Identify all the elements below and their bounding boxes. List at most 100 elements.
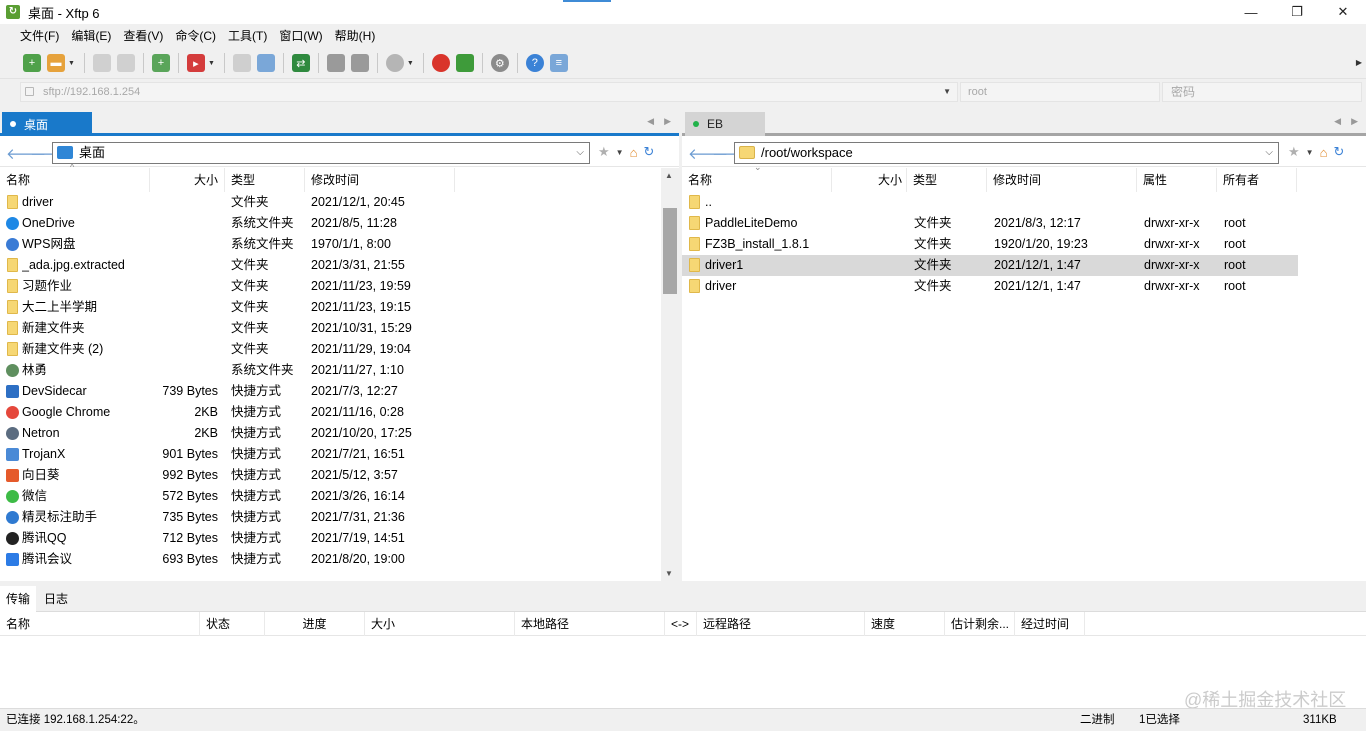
table-row[interactable]: 新建文件夹 文件夹 2021/10/31, 15:29 [0, 318, 679, 339]
refresh-icon[interactable]: ↻ [1333, 144, 1344, 160]
menu-edit[interactable]: 编辑(E) [65, 24, 117, 48]
col-type[interactable]: 类型 [907, 168, 987, 192]
disconnect-icon[interactable] [116, 54, 135, 72]
xfer-col-progress[interactable]: 进度 [265, 612, 365, 636]
table-row[interactable]: WPS网盘 系统文件夹 1970/1/1, 8:00 [0, 234, 679, 255]
table-row[interactable]: DevSidecar 739 Bytes 快捷方式 2021/7/3, 12:27 [0, 381, 679, 402]
xfer-col-speed[interactable]: 速度 [865, 612, 945, 636]
table-row[interactable]: 腾讯QQ 712 Bytes 快捷方式 2021/7/19, 14:51 [0, 528, 679, 549]
col-size[interactable]: 大小 [150, 168, 225, 192]
xfer-col-remote-path[interactable]: 远程路径 [697, 612, 865, 636]
col-attributes[interactable]: 属性 [1137, 168, 1217, 192]
table-row[interactable]: driver1 文件夹 2021/12/1, 1:47 drwxr-xr-x root [682, 255, 1298, 276]
xfer-col-elapsed[interactable]: 经过时间 [1015, 612, 1085, 636]
table-row[interactable]: TrojanX 901 Bytes 快捷方式 2021/7/21, 16:51 [0, 444, 679, 465]
minimize-button[interactable]: — [1228, 0, 1274, 24]
host-input[interactable]: sftp://192.168.1.254 ▼ [20, 82, 958, 102]
favorite-dropdown-icon[interactable]: ▼ [1306, 148, 1314, 157]
tab-scroll-left-icon[interactable]: ◀ [647, 116, 654, 127]
table-row[interactable]: driver 文件夹 2021/12/1, 1:47 drwxr-xr-x root [682, 276, 1298, 297]
local-scrollbar[interactable]: ▲ ▼ [661, 168, 679, 581]
col-name[interactable]: 名称 [0, 168, 150, 192]
new-file-icon[interactable] [232, 54, 251, 72]
table-row[interactable]: 腾讯会议 693 Bytes 快捷方式 2021/8/20, 19:00 [0, 549, 679, 570]
scroll-down-icon[interactable]: ▼ [665, 569, 673, 578]
xmanager-icon[interactable] [431, 54, 450, 72]
table-row[interactable]: 习题作业 文件夹 2021/11/23, 19:59 [0, 276, 679, 297]
tab-scroll-right-icon[interactable]: ▶ [1351, 116, 1358, 127]
refresh-icon[interactable]: ↻ [643, 144, 654, 160]
tab-transfers[interactable]: 传输 [0, 586, 36, 612]
maximize-button[interactable]: ❐ [1274, 0, 1320, 24]
menu-tools[interactable]: 工具(T) [222, 24, 273, 48]
table-row[interactable]: 新建文件夹 (2) 文件夹 2021/11/29, 19:04 [0, 339, 679, 360]
xfer-col-direction[interactable]: <-> [665, 612, 697, 636]
paste-icon[interactable] [350, 54, 369, 72]
globe-icon[interactable] [385, 54, 404, 72]
table-row[interactable]: 大二上半学期 文件夹 2021/11/23, 19:15 [0, 297, 679, 318]
settings-gear-icon[interactable]: ⚙ [490, 54, 509, 72]
chat-icon[interactable]: ≡ [549, 54, 568, 72]
col-size[interactable]: 大小 [832, 168, 907, 192]
copy-icon[interactable] [326, 54, 345, 72]
local-path-input[interactable]: 桌面 ⌵ [52, 142, 590, 164]
help-icon[interactable]: ? [525, 54, 544, 72]
tab-desktop[interactable]: 桌面 [2, 112, 92, 136]
table-row[interactable]: 精灵标注助手 735 Bytes 快捷方式 2021/7/31, 21:36 [0, 507, 679, 528]
password-input[interactable]: 密码 [1162, 82, 1362, 102]
xfer-col-local-path[interactable]: 本地路径 [515, 612, 665, 636]
xfer-col-eta[interactable]: 估计剩余... [945, 612, 1015, 636]
tab-log[interactable]: 日志 [38, 586, 74, 612]
connect-icon[interactable] [92, 54, 111, 72]
xshell-icon[interactable]: ▸ [186, 54, 205, 72]
table-row[interactable]: OneDrive 系统文件夹 2021/8/5, 11:28 [0, 213, 679, 234]
sync-icon[interactable]: ⇄ [291, 54, 310, 72]
table-row[interactable]: PaddleLiteDemo 文件夹 2021/8/3, 12:17 drwxr-xr… [682, 213, 1298, 234]
open-file-icon[interactable] [256, 54, 275, 72]
globe-dropdown-icon[interactable]: ▼ [407, 60, 414, 67]
table-row[interactable]: .. [682, 192, 1298, 213]
open-folder-icon[interactable]: ▬ [47, 54, 65, 72]
open-dropdown-icon[interactable]: ▼ [68, 60, 75, 67]
table-row[interactable]: driver 文件夹 2021/12/1, 20:45 [0, 192, 679, 213]
tab-eb[interactable]: EB [685, 112, 765, 136]
table-row[interactable]: 向日葵 992 Bytes 快捷方式 2021/5/12, 3:57 [0, 465, 679, 486]
table-row[interactable]: Google Chrome 2KB 快捷方式 2021/11/16, 0:28 [0, 402, 679, 423]
host-dropdown-icon[interactable]: ▼ [943, 83, 951, 101]
col-modified[interactable]: 修改时间 [305, 168, 455, 192]
toolbar-overflow-icon[interactable]: ▶ [1356, 58, 1362, 67]
menu-help[interactable]: 帮助(H) [329, 24, 382, 48]
home-icon[interactable]: ⌂ [1320, 145, 1328, 160]
col-modified[interactable]: 修改时间 [987, 168, 1137, 192]
new-session-icon[interactable]: + [23, 54, 41, 72]
tab-scroll-left-icon[interactable]: ◀ [1334, 116, 1341, 127]
xfer-col-name[interactable]: 名称 [0, 612, 200, 636]
menu-view[interactable]: 查看(V) [117, 24, 169, 48]
home-icon[interactable]: ⌂ [630, 145, 638, 160]
table-row[interactable]: 微信 572 Bytes 快捷方式 2021/3/26, 16:14 [0, 486, 679, 507]
menu-file[interactable]: 文件(F) [14, 24, 65, 48]
tab-scroll-right-icon[interactable]: ▶ [664, 116, 671, 127]
remote-path-input[interactable]: /root/workspace ⌵ [734, 142, 1279, 164]
close-button[interactable]: ✕ [1320, 0, 1366, 24]
new-tab-icon[interactable]: + [151, 54, 170, 72]
favorite-star-icon[interactable]: ★ [1288, 144, 1300, 160]
menu-command[interactable]: 命令(C) [169, 24, 222, 48]
table-row[interactable]: Netron 2KB 快捷方式 2021/10/20, 17:25 [0, 423, 679, 444]
table-row[interactable]: 林勇 系统文件夹 2021/11/27, 1:10 [0, 360, 679, 381]
username-input[interactable]: root [960, 82, 1160, 102]
table-row[interactable]: _ada.jpg.extracted 文件夹 2021/3/31, 21:55 [0, 255, 679, 276]
scroll-up-icon[interactable]: ▲ [665, 171, 673, 180]
table-row[interactable]: FZ3B_install_1.8.1 文件夹 1920/1/20, 19:23 drw… [682, 234, 1298, 255]
xfer-col-size[interactable]: 大小 [365, 612, 515, 636]
xfer-col-status[interactable]: 状态 [200, 612, 265, 636]
xshell-dropdown-icon[interactable]: ▼ [208, 60, 215, 67]
path-dropdown-icon[interactable]: ⌵ [1265, 143, 1273, 163]
scroll-thumb[interactable] [663, 208, 677, 294]
xftp-icon[interactable] [455, 54, 474, 72]
col-owner[interactable]: 所有者 [1217, 168, 1297, 192]
col-type[interactable]: 类型 [225, 168, 305, 192]
menu-window[interactable]: 窗口(W) [273, 24, 328, 48]
favorite-dropdown-icon[interactable]: ▼ [616, 148, 624, 157]
favorite-star-icon[interactable]: ★ [598, 144, 610, 160]
